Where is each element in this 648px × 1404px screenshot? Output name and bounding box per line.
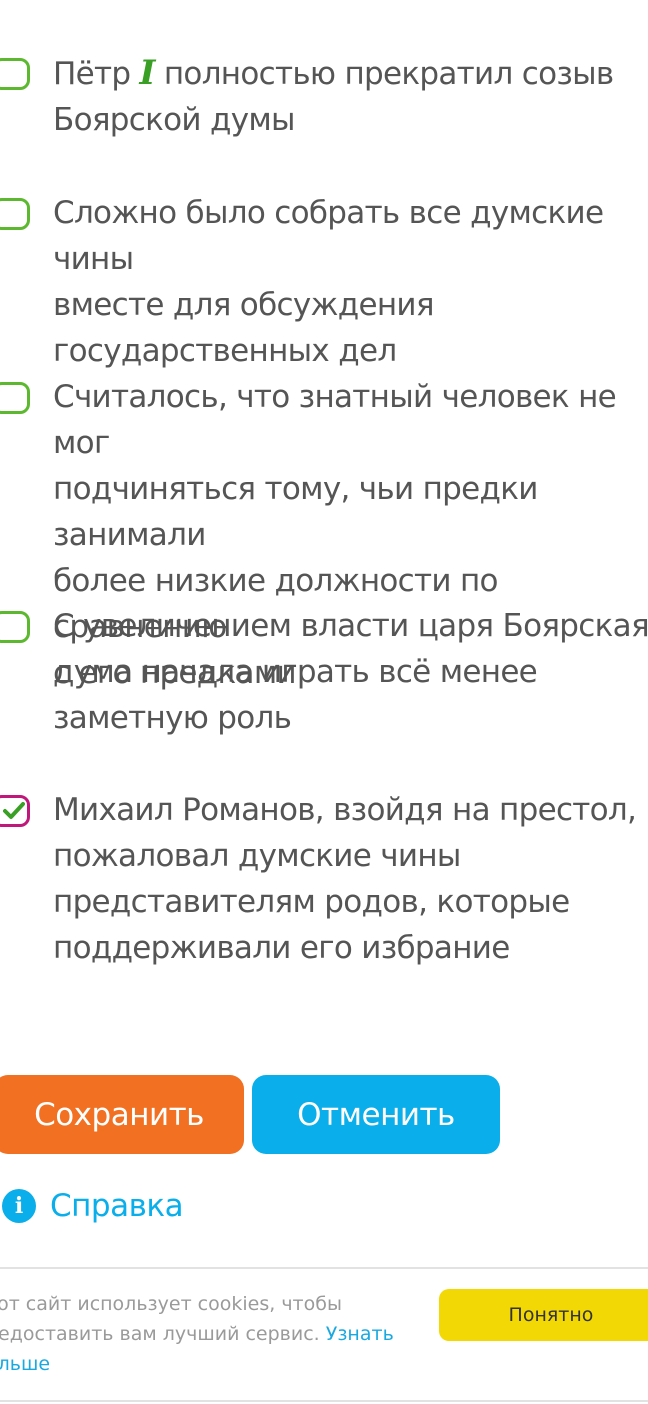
checkbox-option-1[interactable]	[0, 58, 30, 90]
checkbox-option-3[interactable]	[0, 382, 30, 414]
info-icon: i	[2, 1189, 36, 1223]
cookie-banner-divider	[0, 1267, 648, 1269]
answer-page: Пётр I полностью прекратил созыв Боярско…	[0, 0, 648, 1404]
help-link[interactable]: i Справка	[2, 1186, 184, 1226]
option-4-label: С увеличением власти царя Боярская дума …	[53, 608, 648, 736]
bottom-divider	[0, 1400, 648, 1402]
option-5-label: Михаил Романов, взойдя на престол, пожал…	[53, 792, 637, 966]
cookie-message: тот сайт использует cookies, чтобы редос…	[0, 1293, 342, 1345]
checkmark-icon	[3, 802, 25, 819]
cancel-button[interactable]: Отменить	[252, 1075, 500, 1154]
checkbox-option-4[interactable]	[0, 611, 30, 643]
option-2-label: Сложно было собрать все думские чины вме…	[53, 195, 604, 369]
option-1-text-before: Пётр	[53, 56, 140, 92]
cookie-banner-text: тот сайт использует cookies, чтобы редос…	[0, 1289, 406, 1379]
checkbox-option-2[interactable]	[0, 198, 30, 230]
save-button[interactable]: Сохранить	[0, 1075, 244, 1154]
cookie-accept-button[interactable]: Понятно	[439, 1289, 648, 1341]
help-label: Справка	[50, 1188, 184, 1224]
option-1-label: Пётр I полностью прекратил созыв Боярско…	[53, 50, 648, 143]
roman-numeral-one: I	[139, 53, 155, 93]
checkbox-option-5[interactable]	[0, 795, 30, 827]
